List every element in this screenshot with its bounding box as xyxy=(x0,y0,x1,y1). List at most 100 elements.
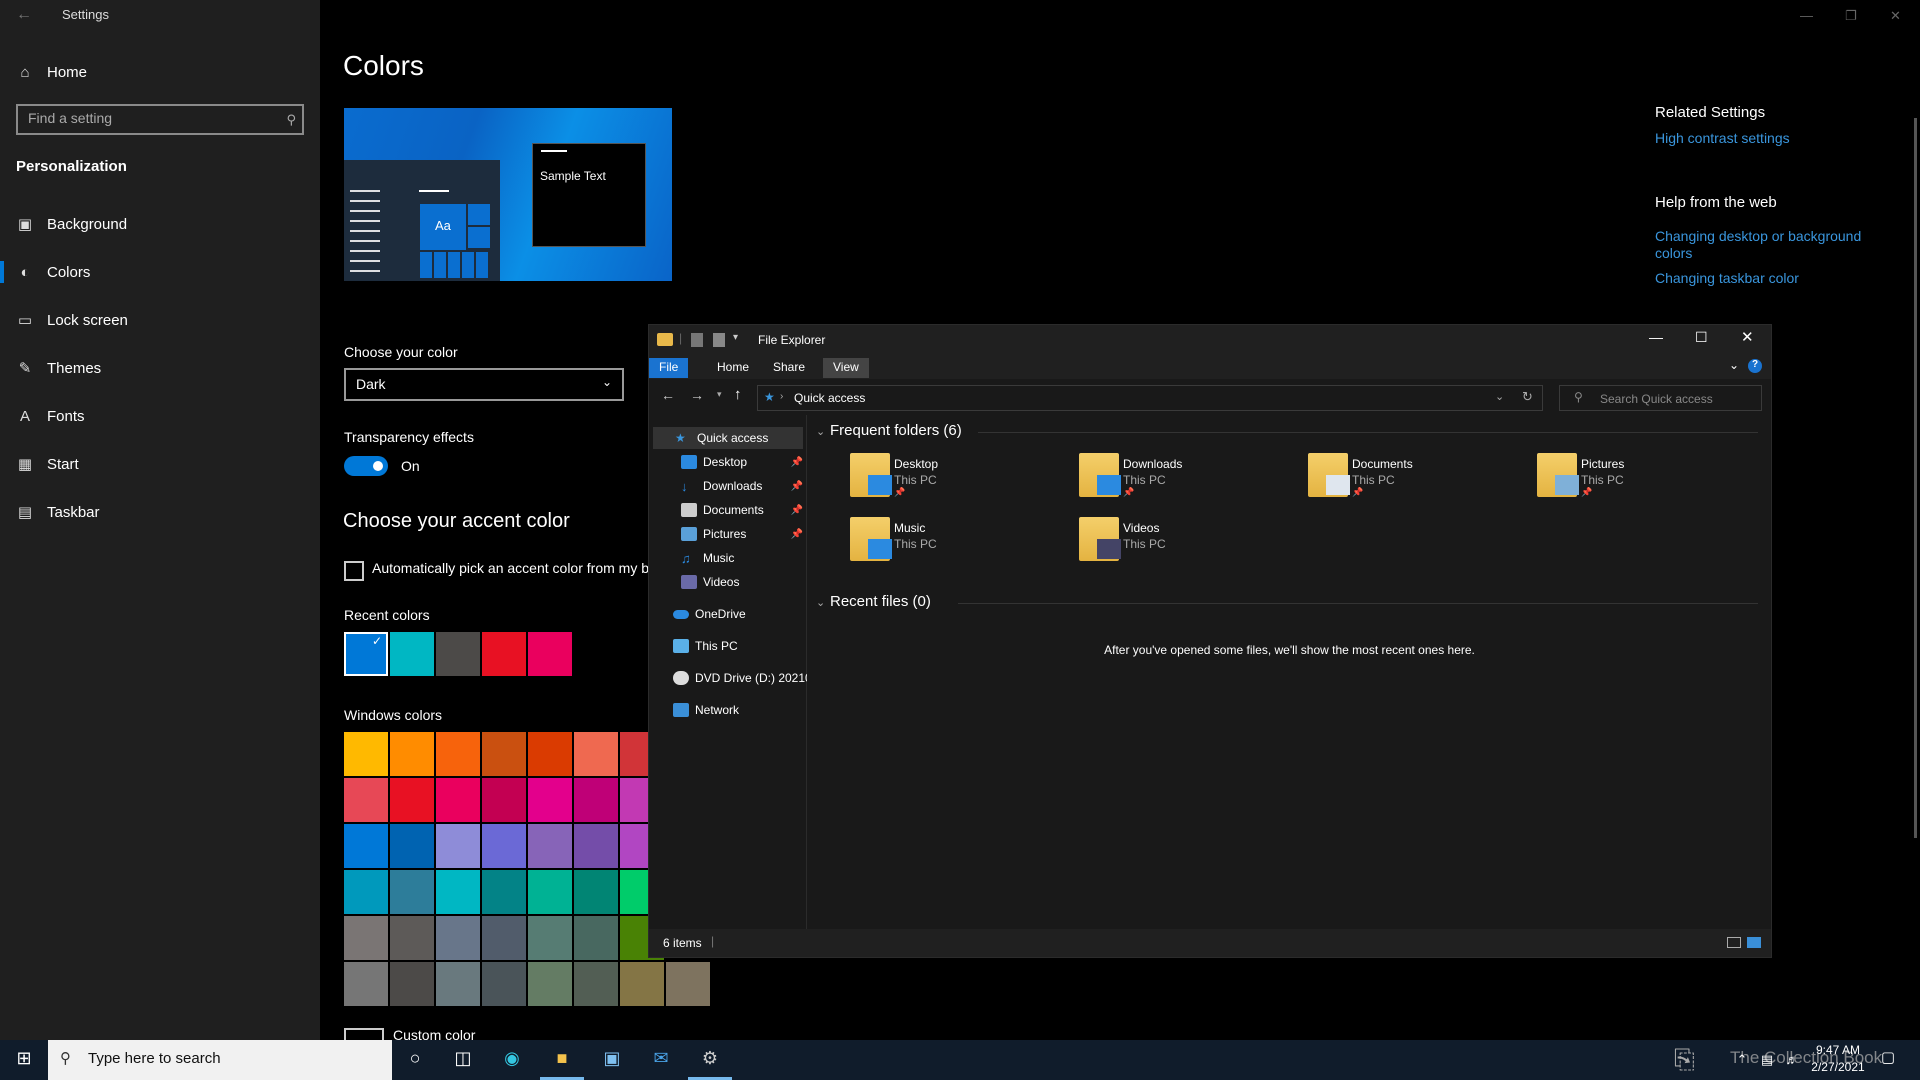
store-icon[interactable]: ▣ xyxy=(600,1048,624,1072)
mail-icon[interactable]: ✉ xyxy=(649,1048,673,1072)
fe-nav-desktop[interactable]: Desktop 📌 xyxy=(681,451,807,473)
ribbon-tab-home[interactable]: Home xyxy=(707,358,759,378)
desktop-colors-link[interactable]: Changing desktop or background colors xyxy=(1655,228,1875,262)
address-dropdown-icon[interactable]: ⌄ xyxy=(1495,390,1504,403)
windows-color-swatch[interactable] xyxy=(482,916,526,960)
windows-color-swatch[interactable] xyxy=(574,778,618,822)
windows-color-swatch[interactable] xyxy=(528,778,572,822)
network-tray-icon[interactable]: ▤ xyxy=(1755,1052,1779,1076)
file-explorer-taskbar-icon[interactable]: ■ xyxy=(550,1048,574,1072)
nav-start[interactable]: ▦ Start xyxy=(0,444,320,484)
nav-home[interactable]: ⌂ Home xyxy=(0,52,320,92)
ribbon-tab-view[interactable]: View xyxy=(823,358,869,378)
auto-accent-checkbox[interactable] xyxy=(344,561,364,581)
taskbar-search-box[interactable]: ⚲ Type here to search xyxy=(48,1040,392,1080)
recent-color-swatch[interactable] xyxy=(528,632,572,676)
nav-themes[interactable]: ✎ Themes xyxy=(0,348,320,388)
downloads-folder-icon[interactable] xyxy=(1079,453,1121,497)
windows-color-swatch[interactable] xyxy=(436,732,480,776)
recent-color-swatch[interactable]: ✓ xyxy=(344,632,388,676)
windows-color-swatch[interactable] xyxy=(482,962,526,1006)
windows-color-swatch[interactable] xyxy=(390,824,434,868)
nav-colors[interactable]: ◐ Colors xyxy=(0,252,320,292)
fe-nav-this-pc[interactable]: This PC xyxy=(673,635,738,657)
windows-color-swatch[interactable] xyxy=(482,778,526,822)
windows-color-swatch[interactable] xyxy=(390,778,434,822)
windows-color-swatch[interactable] xyxy=(344,962,388,1006)
help-icon[interactable]: ? xyxy=(1748,359,1762,373)
volume-icon[interactable]: ♬ xyxy=(1780,1052,1804,1076)
nav-background[interactable]: ▣ Background xyxy=(0,204,320,244)
restore-icon[interactable]: ❐ xyxy=(1845,8,1857,24)
windows-color-swatch[interactable] xyxy=(436,916,480,960)
forward-icon[interactable]: → xyxy=(690,387,704,403)
back-arrow-icon[interactable]: ← xyxy=(16,6,32,24)
fe-nav-onedrive[interactable]: OneDrive xyxy=(673,603,746,625)
recent-locations-icon[interactable]: ▾ xyxy=(717,389,722,400)
nav-fonts[interactable]: A Fonts xyxy=(0,396,320,436)
windows-color-swatch[interactable] xyxy=(436,778,480,822)
folder-name[interactable]: Pictures xyxy=(1581,457,1624,471)
show-hidden-icons-icon[interactable]: ⌃ xyxy=(1730,1052,1754,1076)
fe-close-icon[interactable]: ✕ xyxy=(1741,328,1754,346)
windows-color-swatch[interactable] xyxy=(574,916,618,960)
recent-color-swatch[interactable] xyxy=(482,632,526,676)
nav-lock-screen[interactable]: ▭ Lock screen xyxy=(0,300,320,340)
fe-nav-documents[interactable]: Documents 📌 xyxy=(681,499,807,521)
windows-color-swatch[interactable] xyxy=(390,732,434,776)
documents-folder-icon[interactable] xyxy=(1308,453,1350,497)
windows-color-swatch[interactable] xyxy=(344,870,388,914)
ribbon-expand-icon[interactable]: ⌄ xyxy=(1729,358,1739,372)
details-view-icon[interactable] xyxy=(1727,937,1741,948)
back-icon[interactable]: ← xyxy=(661,387,675,403)
collapse-frequent-icon[interactable]: ⌄ xyxy=(816,425,825,438)
windows-color-swatch[interactable] xyxy=(528,916,572,960)
edge-icon[interactable]: ◉ xyxy=(500,1048,524,1072)
windows-color-swatch[interactable] xyxy=(390,916,434,960)
windows-color-swatch[interactable] xyxy=(574,870,618,914)
windows-color-swatch[interactable] xyxy=(344,778,388,822)
videos-folder-icon[interactable] xyxy=(1079,517,1121,561)
find-setting-input[interactable]: Find a setting ⚲ xyxy=(16,104,304,135)
windows-color-swatch[interactable] xyxy=(574,824,618,868)
fe-nav-quick-access[interactable]: ★ Quick access xyxy=(675,427,768,449)
up-arrow-icon[interactable]: ↑ xyxy=(734,386,742,403)
transparency-toggle[interactable] xyxy=(344,456,388,476)
windows-color-swatch[interactable] xyxy=(528,824,572,868)
folder-name[interactable]: Downloads xyxy=(1123,457,1182,471)
fe-minimize-icon[interactable]: — xyxy=(1649,329,1663,345)
scrollbar[interactable] xyxy=(1914,118,1917,838)
refresh-icon[interactable]: ↻ xyxy=(1522,389,1533,405)
music-folder-icon[interactable] xyxy=(850,517,892,561)
fe-maximize-icon[interactable]: ☐ xyxy=(1695,329,1708,346)
windows-color-swatch[interactable] xyxy=(344,732,388,776)
minimize-icon[interactable]: — xyxy=(1800,8,1813,23)
windows-color-swatch[interactable] xyxy=(620,962,664,1006)
windows-color-swatch[interactable] xyxy=(574,962,618,1006)
windows-color-swatch[interactable] xyxy=(528,962,572,1006)
action-center-icon[interactable]: ▢ xyxy=(1876,1048,1900,1072)
windows-color-swatch[interactable] xyxy=(482,870,526,914)
windows-color-swatch[interactable] xyxy=(436,824,480,868)
windows-color-swatch[interactable] xyxy=(344,824,388,868)
desktop-folder-icon[interactable] xyxy=(850,453,892,497)
fe-nav-downloads[interactable]: ↓ Downloads 📌 xyxy=(681,475,807,497)
pictures-folder-icon[interactable] xyxy=(1537,453,1579,497)
fe-nav-network[interactable]: Network xyxy=(673,699,739,721)
folder-name[interactable]: Videos xyxy=(1123,521,1159,535)
windows-color-swatch[interactable] xyxy=(436,870,480,914)
custom-color-button[interactable] xyxy=(344,1028,384,1040)
taskbar-color-link[interactable]: Changing taskbar color xyxy=(1655,270,1799,287)
cortana-icon[interactable]: ○ xyxy=(403,1048,427,1072)
windows-start-icon[interactable]: ⊞ xyxy=(12,1048,36,1072)
windows-color-swatch[interactable] xyxy=(390,962,434,1006)
fe-nav-music[interactable]: ♫ Music xyxy=(681,547,734,569)
folder-name[interactable]: Documents xyxy=(1352,457,1413,471)
windows-color-swatch[interactable] xyxy=(574,732,618,776)
fe-nav-videos[interactable]: Videos xyxy=(681,571,739,593)
ribbon-tab-file[interactable]: File xyxy=(649,358,689,378)
task-view-icon[interactable]: ◫ xyxy=(451,1048,475,1072)
qat-dropdown-icon[interactable]: ▾ xyxy=(733,332,738,343)
nav-taskbar[interactable]: ▤ Taskbar xyxy=(0,492,320,532)
fe-nav-dvd[interactable]: DVD Drive (D:) 202103 xyxy=(673,667,807,689)
